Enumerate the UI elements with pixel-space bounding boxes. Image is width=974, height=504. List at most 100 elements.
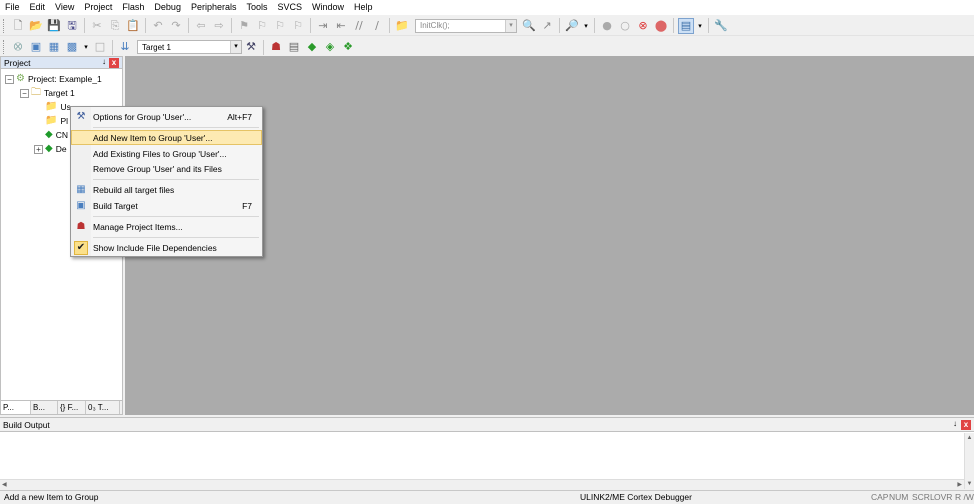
chevron-down-icon[interactable]: ▾ — [230, 41, 241, 53]
tree-item-cmsis[interactable]: ◆ CN — [45, 128, 68, 142]
menu-flash[interactable]: Flash — [117, 0, 149, 15]
collapse-icon[interactable]: − — [20, 88, 29, 98]
menu-project[interactable]: Project — [79, 0, 117, 15]
pin-icon[interactable]: ↓ — [102, 57, 106, 66]
save-icon[interactable]: 💾 — [46, 18, 62, 34]
toolbar-separator — [673, 18, 674, 33]
toolbar-grip[interactable] — [3, 18, 6, 33]
menu-svcs[interactable]: SVCS — [273, 0, 308, 15]
uncomment-icon[interactable]: ∕ — [369, 18, 385, 34]
wrench-icon[interactable]: 🔧 — [713, 18, 729, 34]
menu-window[interactable]: Window — [307, 0, 349, 15]
redo-icon[interactable]: ↷ — [168, 18, 184, 34]
menu-item-options-for-group[interactable]: ⚒ Options for Group 'User'... Alt+F7 — [71, 109, 262, 124]
stop-build-icon[interactable]: □ — [92, 39, 108, 55]
download-icon[interactable]: ⇊ — [117, 39, 133, 55]
new-file-icon[interactable]: 🗋 — [10, 18, 26, 34]
tab-templates[interactable]: 0₃ T... — [86, 401, 120, 414]
menu-help[interactable]: Help — [349, 0, 378, 15]
run-time-environment-icon[interactable]: ❖ — [340, 39, 356, 55]
undo-icon[interactable]: ↶ — [150, 18, 166, 34]
search-combo[interactable]: InitClk(); ▾ — [415, 18, 517, 33]
indent-icon[interactable]: ⇥ — [315, 18, 331, 34]
prev-bookmark-icon[interactable]: ⚐ — [254, 18, 270, 34]
tab-project[interactable]: P... — [1, 401, 31, 414]
tree-item-group-user[interactable]: 📁 Us — [45, 100, 71, 114]
find-in-files-icon[interactable]: 📁 — [394, 18, 410, 34]
tree-item-device[interactable]: + ◆ De — [34, 142, 67, 156]
toolbar-separator — [310, 18, 311, 33]
toolbar-separator — [188, 18, 189, 33]
cut-icon[interactable]: ✂ — [89, 18, 105, 34]
vertical-scrollbar[interactable]: ▲ ▼ — [964, 433, 974, 489]
close-icon[interactable]: x — [961, 420, 971, 430]
menu-item-build-target[interactable]: ▣ Build Target F7 — [71, 198, 262, 213]
breakpoint-icon[interactable]: ● — [599, 18, 615, 34]
batch-build-icon[interactable]: ▩ — [64, 39, 80, 55]
file-extensions-icon[interactable]: ▤ — [286, 39, 302, 55]
expand-icon[interactable]: + — [34, 144, 43, 154]
toolbar-grip[interactable] — [3, 40, 6, 54]
translate-icon[interactable]: ⭙ — [10, 39, 26, 55]
project-panel-tabs: P... B... {} F... 0₃ T... — [1, 400, 122, 414]
rebuild-icon[interactable]: ▦ — [46, 39, 62, 55]
debug-session-icon[interactable]: 🔎 — [564, 18, 580, 34]
menu-item-show-include-deps[interactable]: ✔ Show Include File Dependencies — [71, 240, 262, 255]
menu-peripherals[interactable]: Peripherals — [186, 0, 242, 15]
chevron-down-icon[interactable]: ▾ — [82, 39, 90, 55]
menu-edit[interactable]: Edit — [25, 0, 51, 15]
tree-item-project[interactable]: − ⚙ Project: Example_1 — [5, 72, 102, 86]
scroll-up-icon[interactable]: ▲ — [965, 433, 974, 443]
menu-view[interactable]: View — [50, 0, 79, 15]
tab-functions[interactable]: {} F... — [58, 401, 86, 414]
pack-installer-icon[interactable]: ◆ — [304, 39, 320, 55]
menu-file[interactable]: File — [0, 0, 25, 15]
disable-breakpoint-icon[interactable]: ○ — [617, 18, 633, 34]
chevron-down-icon[interactable]: ▾ — [505, 19, 516, 32]
tree-item-group[interactable]: 📁 Pl — [45, 114, 68, 128]
pin-icon[interactable]: ↓ — [953, 419, 957, 428]
menu-item-manage-project-items[interactable]: ☗ Manage Project Items... — [71, 219, 262, 234]
clear-bookmarks-icon[interactable]: ⚐ — [290, 18, 306, 34]
scroll-right-icon[interactable]: ▶ — [957, 480, 962, 489]
window-layout-icon[interactable]: ▤ — [678, 17, 694, 34]
scroll-down-icon[interactable]: ▼ — [965, 479, 974, 489]
kill-all-breakpoints-icon[interactable]: ⬤ — [653, 18, 669, 34]
save-all-icon[interactable]: 🖫 — [64, 18, 80, 34]
nav-back-icon[interactable]: ⇦ — [193, 18, 209, 34]
menu-item-label: Rebuild all target files — [93, 184, 175, 195]
tab-books[interactable]: B... — [31, 401, 58, 414]
menu-item-label: Manage Project Items... — [93, 221, 183, 232]
chevron-down-icon[interactable]: ▾ — [696, 18, 704, 34]
menu-item-rebuild-all[interactable]: ▦ Rebuild all target files — [71, 182, 262, 197]
paste-icon[interactable]: 📋 — [125, 18, 141, 34]
manage-project-items-icon[interactable]: ☗ — [268, 39, 284, 55]
horizontal-scrollbar[interactable]: ◀ ▶ — [0, 479, 964, 489]
copy-icon[interactable]: ⎘ — [107, 18, 123, 34]
target-select[interactable]: Target 1 ▾ — [137, 40, 242, 54]
menu-debug[interactable]: Debug — [149, 0, 186, 15]
select-packs-icon[interactable]: ◈ — [322, 39, 338, 55]
find-icon[interactable]: 🔍 — [521, 18, 537, 34]
menu-separator — [93, 216, 259, 217]
nav-forward-icon[interactable]: ⇨ — [211, 18, 227, 34]
next-bookmark-icon[interactable]: ⚐ — [272, 18, 288, 34]
collapse-icon[interactable]: − — [5, 74, 14, 84]
incremental-find-icon[interactable]: ↗ — [539, 18, 555, 34]
scroll-left-icon[interactable]: ◀ — [2, 480, 7, 489]
close-icon[interactable]: x — [109, 58, 119, 68]
kill-breakpoints-icon[interactable]: ⊗ — [635, 18, 651, 34]
menu-tools[interactable]: Tools — [241, 0, 272, 15]
target-options-icon[interactable]: ⚒ — [243, 39, 259, 55]
unindent-icon[interactable]: ⇤ — [333, 18, 349, 34]
menu-item-label: Remove Group 'User' and its Files — [93, 163, 222, 174]
menu-item-remove-group[interactable]: Remove Group 'User' and its Files — [71, 161, 262, 176]
chevron-down-icon[interactable]: ▾ — [582, 18, 590, 34]
comment-icon[interactable]: // — [351, 18, 367, 34]
bookmark-icon[interactable]: ⚑ — [236, 18, 252, 34]
open-folder-icon[interactable]: 📂 — [28, 18, 44, 34]
menu-item-add-existing-files[interactable]: Add Existing Files to Group 'User'... — [71, 146, 262, 161]
tree-item-target[interactable]: − 🗀 Target 1 — [20, 86, 75, 100]
build-icon[interactable]: ▣ — [28, 39, 44, 55]
menu-item-add-new-item[interactable]: Add New Item to Group 'User'... — [71, 130, 262, 145]
